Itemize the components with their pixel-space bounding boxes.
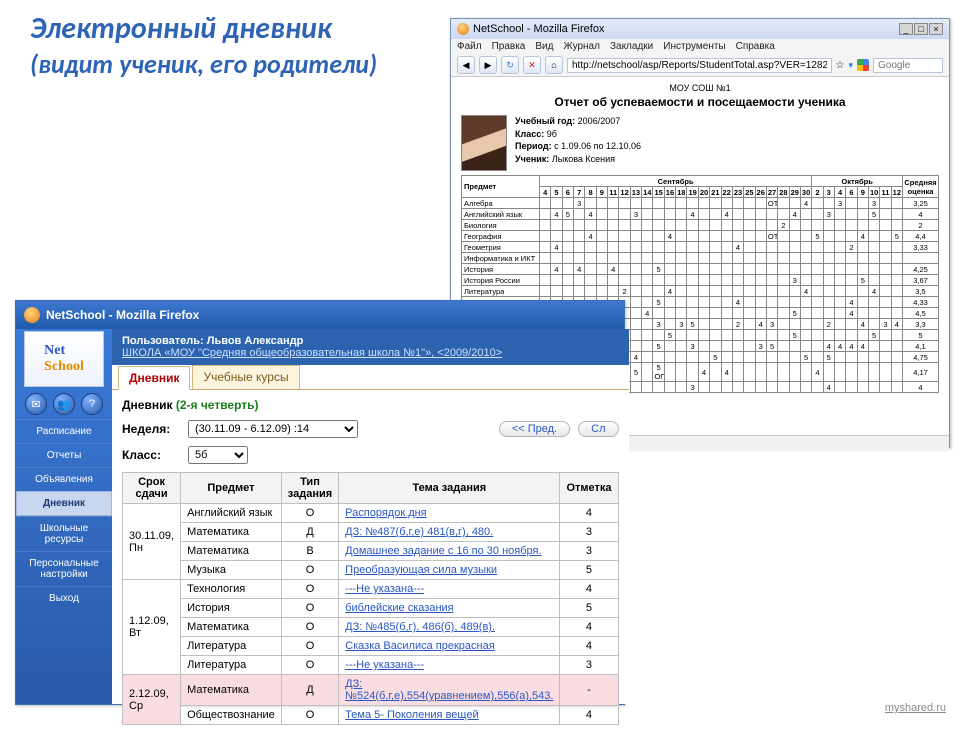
class-label: Класс: — [122, 448, 182, 462]
class-select[interactable]: 5б — [188, 446, 248, 464]
week-select[interactable]: (30.11.09 - 6.12.09) :14 — [188, 420, 358, 438]
stop-icon[interactable]: ✕ — [523, 56, 541, 74]
week-label: Неделя: — [122, 422, 182, 436]
search-input[interactable] — [873, 58, 943, 73]
slide-title: Электронный дневник — [30, 10, 332, 47]
report-title-text: NetSchool - Mozilla Firefox — [473, 23, 604, 35]
back-icon[interactable]: ◀ — [457, 56, 475, 74]
tab-1[interactable]: Учебные курсы — [192, 365, 299, 389]
sidebar: NetSchool ✉ 👥 ? РасписаниеОтчетыОбъявлен… — [16, 329, 112, 704]
browser-toolbar: ◀ ▶ ↻ ✕ ⌂ ☆ ▾ — [451, 54, 949, 77]
sidebar-item-6[interactable]: Выход — [16, 586, 112, 610]
panel-title: Дневник (2-я четверть) — [122, 398, 619, 412]
footer-brand[interactable]: myshared.ru — [885, 702, 946, 714]
url-input[interactable] — [567, 58, 832, 73]
user-line: Пользователь: Львов Александр ШКОЛА «МОУ… — [112, 329, 629, 365]
diary-window: NetSchool - Mozilla Firefox NetSchool ✉ … — [15, 300, 625, 705]
reload-icon[interactable]: ↻ — [501, 56, 519, 74]
next-button[interactable]: Сл — [578, 421, 618, 437]
sidebar-item-2[interactable]: Объявления — [16, 467, 112, 491]
diary-main: Пользователь: Львов Александр ШКОЛА «МОУ… — [112, 329, 629, 704]
report-meta: Учебный год: 2006/2007 Класс: 9б Период:… — [515, 115, 641, 165]
menu-item[interactable]: Закладки — [610, 41, 653, 52]
prev-button[interactable]: << Пред. — [499, 421, 570, 437]
home-icon[interactable]: ⌂ — [545, 56, 563, 74]
sidebar-item-3[interactable]: Дневник — [16, 491, 112, 516]
google-icon — [857, 59, 869, 71]
slide-subtitle: (видит ученик, его родители) — [30, 48, 377, 80]
mail-icon[interactable]: ✉ — [25, 393, 47, 415]
menu-item[interactable]: Правка — [492, 41, 526, 52]
menubar[interactable]: Файл Правка Вид Журнал Закладки Инструменты Сп… — [451, 39, 949, 54]
tab-0[interactable]: Дневник — [118, 366, 190, 390]
sidebar-item-5[interactable]: Персональные настройки — [16, 551, 112, 586]
diary-titlebar: NetSchool - Mozilla Firefox — [16, 301, 624, 329]
student-photo — [461, 115, 507, 171]
report-titlebar: NetSchool - Mozilla Firefox _□× — [451, 19, 949, 39]
sidebar-item-4[interactable]: Школьные ресурсы — [16, 516, 112, 551]
menu-item[interactable]: Инструменты — [663, 41, 725, 52]
report-school: МОУ СОШ №1 — [461, 83, 939, 93]
menu-item[interactable]: Справка — [736, 41, 775, 52]
forward-icon[interactable]: ▶ — [479, 56, 497, 74]
users-icon[interactable]: 👥 — [53, 393, 75, 415]
window-buttons[interactable]: _□× — [898, 23, 943, 35]
help-icon[interactable]: ? — [81, 393, 103, 415]
menu-item[interactable]: Файл — [457, 41, 482, 52]
school-link[interactable]: ШКОЛА «МОУ "Средняя общеобразовательная … — [122, 347, 502, 359]
netschool-logo: NetSchool — [24, 331, 104, 387]
firefox-icon — [457, 23, 469, 35]
menu-item[interactable]: Вид — [535, 41, 553, 52]
report-heading: Отчет об успеваемости и посещаемости уче… — [461, 95, 939, 109]
diary-table: Срок сдачиПредметТип заданияТема задания… — [122, 472, 619, 725]
menu-item[interactable]: Журнал — [563, 41, 600, 52]
firefox-icon — [24, 307, 40, 323]
sidebar-item-0[interactable]: Расписание — [16, 419, 112, 443]
sidebar-item-1[interactable]: Отчеты — [16, 443, 112, 467]
diary-title-text: NetSchool - Mozilla Firefox — [46, 308, 199, 322]
tabstrip: ДневникУчебные курсы — [112, 365, 629, 390]
